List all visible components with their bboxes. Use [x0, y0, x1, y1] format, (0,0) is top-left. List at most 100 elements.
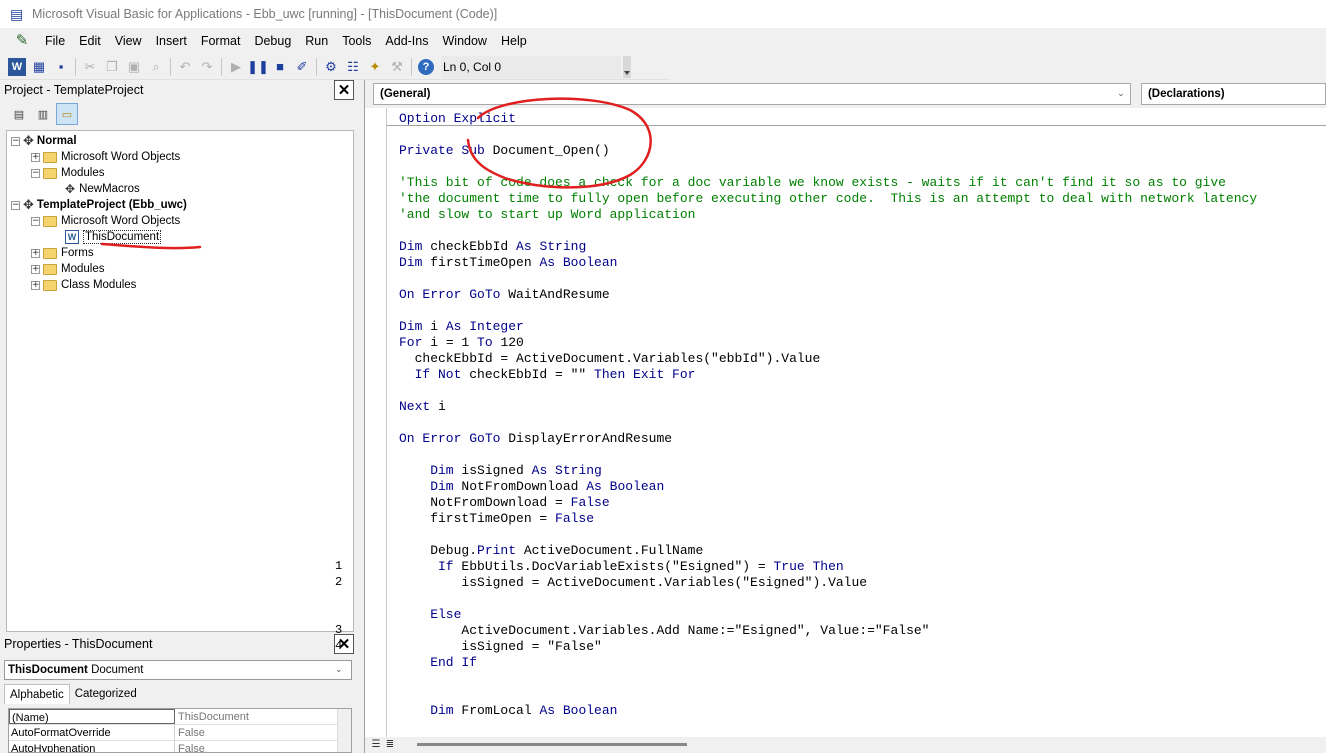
tree-node-templateproject[interactable]: − ✥ TemplateProject (Ebb_uwc)	[7, 197, 353, 213]
indicator-margin[interactable]: 1 2 3 4	[335, 108, 387, 740]
code-line[interactable]: Dim FromLocal As Boolean	[399, 703, 617, 719]
code-line[interactable]: isSigned = "False"	[399, 639, 601, 655]
code-line[interactable]: Debug.Print ActiveDocument.FullName	[399, 543, 703, 559]
code-line[interactable]: 'This bit of code does a check for a doc…	[399, 175, 1226, 191]
help-icon[interactable]: ?	[418, 58, 434, 75]
tree-node-normal-word-objects[interactable]: + Microsoft Word Objects	[7, 149, 353, 165]
design-mode-icon[interactable]: ✐	[291, 56, 313, 78]
tree-node-tp-word-objects[interactable]: − Microsoft Word Objects	[7, 213, 353, 229]
procedure-combo[interactable]: (Declarations)	[1140, 83, 1326, 105]
cut-icon[interactable]: ✂	[79, 56, 101, 78]
insert-module-icon[interactable]: ▦	[28, 56, 50, 78]
close-icon[interactable]: ✕	[334, 80, 354, 100]
menu-addins[interactable]: Add-Ins	[378, 31, 435, 51]
expand-icon[interactable]: +	[31, 280, 40, 290]
expand-icon[interactable]: +	[31, 264, 40, 274]
code-line[interactable]: firstTimeOpen = False	[399, 511, 594, 527]
tree-node-forms[interactable]: + Forms	[7, 245, 353, 261]
tree-node-newmacros[interactable]: ✥ NewMacros	[7, 181, 353, 197]
property-value[interactable]: False	[175, 741, 351, 752]
property-row[interactable]: AutoFormatOverride False	[9, 725, 351, 741]
break-icon[interactable]: ❚❚	[247, 56, 269, 78]
collapse-icon[interactable]: −	[11, 200, 20, 210]
menu-view[interactable]: View	[108, 31, 149, 51]
chevron-down-icon[interactable]: ⌄	[335, 665, 351, 675]
procedure-view-icon[interactable]: ☰	[369, 738, 383, 752]
code-line[interactable]: Dim isSigned As String	[399, 463, 602, 479]
collapse-icon[interactable]: −	[11, 136, 20, 146]
vba-menu-icon[interactable]: ✎	[12, 31, 32, 51]
tree-node-thisdocument[interactable]: W ThisDocument	[7, 229, 353, 245]
word-view-icon[interactable]: W	[8, 57, 26, 76]
undo-icon[interactable]: ↶	[174, 56, 196, 78]
menu-format[interactable]: Format	[194, 31, 248, 51]
expand-icon[interactable]: +	[31, 248, 40, 258]
reset-icon[interactable]: ■	[269, 56, 291, 78]
paste-icon[interactable]: ▣	[123, 56, 145, 78]
toolbox-icon[interactable]: ⚒	[386, 56, 408, 78]
tree-node-modules[interactable]: + Modules	[7, 261, 353, 277]
tab-alphabetic[interactable]: Alphabetic	[4, 684, 70, 704]
tree-node-class-modules[interactable]: + Class Modules	[7, 277, 353, 293]
expand-icon[interactable]: +	[31, 152, 40, 162]
find-icon[interactable]: ⌕	[145, 56, 167, 78]
menu-tools[interactable]: Tools	[335, 31, 378, 51]
code-line[interactable]: If EbbUtils.DocVariableExists("Esigned")…	[399, 559, 844, 575]
code-line[interactable]: Dim checkEbbId As String	[399, 239, 586, 255]
code-line[interactable]: isSigned = ActiveDocument.Variables("Esi…	[399, 575, 867, 591]
tree-node-normal-modules[interactable]: − Modules	[7, 165, 353, 181]
code-line[interactable]: Private Sub Document_Open()	[399, 143, 610, 159]
code-line[interactable]: Else	[399, 607, 461, 623]
code-line[interactable]: Dim firstTimeOpen As Boolean	[399, 255, 617, 271]
property-value[interactable]: False	[175, 725, 351, 740]
code-line[interactable]: NotFromDownload = False	[399, 495, 609, 511]
view-object-icon[interactable]: ▥	[32, 103, 54, 125]
properties-window-icon[interactable]: ☷	[342, 56, 364, 78]
properties-scrollbar[interactable]	[337, 709, 351, 752]
object-selector[interactable]: ThisDocument Document ⌄	[4, 660, 352, 680]
object-combo[interactable]: (General) ⌄	[373, 83, 1131, 105]
project-explorer-icon[interactable]: ⚙	[320, 56, 342, 78]
property-value[interactable]: ThisDocument	[175, 709, 351, 724]
horizontal-scrollbar[interactable]	[417, 743, 687, 746]
menu-run[interactable]: Run	[298, 31, 335, 51]
code-line[interactable]: Option Explicit	[399, 111, 516, 127]
chevron-down-icon[interactable]: ⌄	[1112, 89, 1130, 99]
menu-file[interactable]: File	[38, 31, 72, 51]
pane-splitter[interactable]	[356, 80, 362, 753]
code-line[interactable]: checkEbbId = ActiveDocument.Variables("e…	[399, 351, 821, 367]
tab-categorized[interactable]: Categorized	[70, 684, 142, 704]
object-browser-icon[interactable]: ✦	[364, 56, 386, 78]
code-line[interactable]: On Error GoTo DisplayErrorAndResume	[399, 431, 672, 447]
menu-edit[interactable]: Edit	[72, 31, 108, 51]
code-line[interactable]: ActiveDocument.Variables.Add Name:="Esig…	[399, 623, 929, 639]
property-row[interactable]: AutoHyphenation False	[9, 741, 351, 752]
code-text-area[interactable]: Option Explicit Private Sub Document_Open…	[387, 108, 1326, 740]
code-line[interactable]: Dim i As Integer	[399, 319, 524, 335]
code-line[interactable]: End If	[399, 655, 477, 671]
collapse-icon[interactable]: −	[31, 216, 40, 226]
menu-debug[interactable]: Debug	[247, 31, 298, 51]
code-line[interactable]: Dim NotFromDownload As Boolean	[399, 479, 664, 495]
toolbar-overflow-icon[interactable]	[623, 55, 631, 78]
code-line-number: 4	[335, 639, 343, 653]
full-module-view-icon[interactable]: ≣	[383, 738, 397, 752]
menu-help[interactable]: Help	[494, 31, 534, 51]
view-code-icon[interactable]: ▤	[8, 103, 30, 125]
code-line[interactable]: For i = 1 To 120	[399, 335, 524, 351]
collapse-icon[interactable]: −	[31, 168, 40, 178]
menu-insert[interactable]: Insert	[149, 31, 194, 51]
copy-icon[interactable]: ❐	[101, 56, 123, 78]
save-icon[interactable]: ▪	[50, 56, 72, 78]
property-row[interactable]: (Name) ThisDocument	[9, 709, 351, 725]
code-line[interactable]: Next i	[399, 399, 446, 415]
code-line[interactable]: 'the document time to fully open before …	[399, 191, 1257, 207]
toggle-folders-icon[interactable]: ▭	[56, 103, 78, 125]
run-icon[interactable]: ▶	[225, 56, 247, 78]
redo-icon[interactable]: ↷	[196, 56, 218, 78]
code-line[interactable]: If Not checkEbbId = "" Then Exit For	[399, 367, 696, 383]
tree-node-normal[interactable]: − ✥ Normal	[7, 133, 353, 149]
code-line[interactable]: 'and slow to start up Word application	[399, 207, 695, 223]
code-line[interactable]: On Error GoTo WaitAndResume	[399, 287, 610, 303]
menu-window[interactable]: Window	[436, 31, 494, 51]
